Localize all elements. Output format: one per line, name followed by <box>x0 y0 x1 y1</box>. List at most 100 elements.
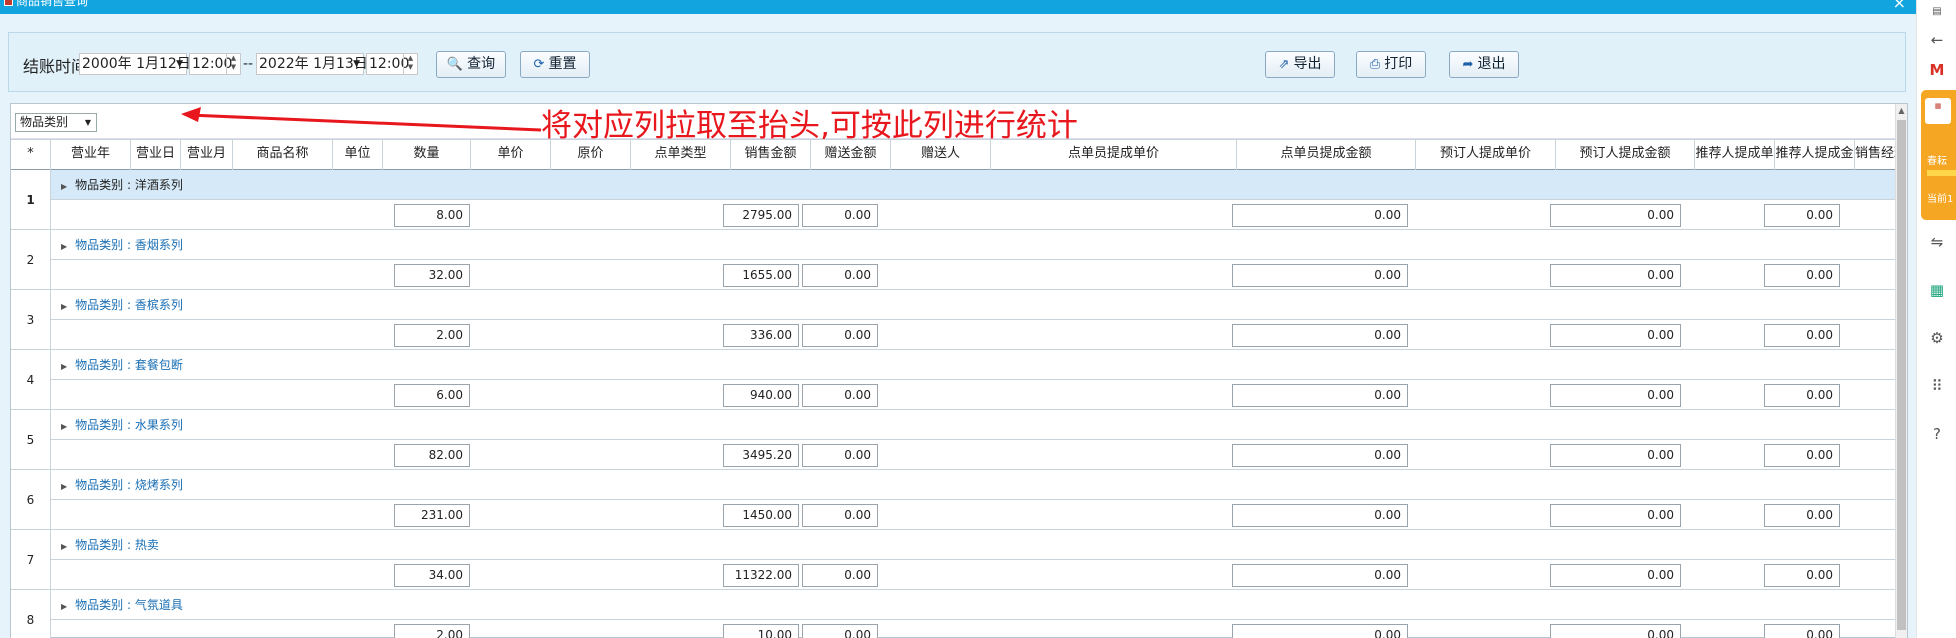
summary-qty-cell: 34.00 <box>394 564 470 587</box>
column-header[interactable]: 赠送人 <box>891 140 991 170</box>
expand-icon[interactable]: ▶ <box>61 542 67 551</box>
group-header[interactable]: ▶ 物品类别 : 水果系列 <box>51 410 1897 440</box>
summary-ref-amt-cell: 0.00 <box>1764 324 1840 347</box>
summary-booker-amt-cell: 0.00 <box>1550 204 1681 227</box>
summary-qty-cell: 8.00 <box>394 204 470 227</box>
group-header[interactable]: ▶ 物品类别 : 烧烤系列 <box>51 470 1897 500</box>
summary-clerk-amt-cell: 0.00 <box>1232 384 1408 407</box>
group-summary-row: 6.00 940.00 0.00 0.00 0.00 0.00 <box>51 380 1897 410</box>
group-by-panel[interactable]: 物品类别 ▼ 将对应列拉取至抬头,可按此列进行统计 <box>11 104 1897 144</box>
chevron-down-icon: ▼ <box>176 59 183 69</box>
scroll-thumb[interactable] <box>1897 120 1906 630</box>
group-row: 7 ▶ 物品类别 : 热卖 34.00 11322.00 0.00 0.00 0.00 0.00 <box>11 530 1897 590</box>
group-header[interactable]: ▶ 物品类别 : 香烟系列 <box>51 230 1897 260</box>
column-header[interactable]: 赠送金额 <box>811 140 891 170</box>
column-header[interactable]: 单位 <box>333 140 383 170</box>
gmail-icon[interactable]: M <box>1925 60 1949 80</box>
vertical-scrollbar[interactable]: ▲ <box>1895 104 1907 638</box>
back-icon[interactable]: ← <box>1925 30 1949 50</box>
column-header[interactable]: 推荐人提成金 <box>1775 140 1855 170</box>
close-icon[interactable]: × <box>1893 0 1906 11</box>
group-header[interactable]: ▶ 物品类别 : 气氛道具 <box>51 590 1897 620</box>
row-number: 2 <box>11 230 51 290</box>
scroll-up-icon[interactable]: ▲ <box>1896 104 1907 118</box>
column-header[interactable]: 营业月 <box>181 140 233 170</box>
summary-clerk-amt-cell: 0.00 <box>1232 204 1408 227</box>
expand-icon[interactable]: ▶ <box>61 422 67 431</box>
settings-icon[interactable]: ⚙ <box>1925 328 1949 348</box>
summary-qty-cell: 2.00 <box>394 324 470 347</box>
grid-icon[interactable]: ▦ <box>1925 280 1949 300</box>
start-date-picker[interactable]: 2000年 1月12日 ▼ <box>79 53 191 75</box>
column-header[interactable]: * <box>11 140 51 170</box>
help-icon[interactable]: ? <box>1925 424 1949 444</box>
exit-button[interactable]: ➦ 退出 <box>1449 51 1519 78</box>
summary-sales-cell: 336.00 <box>723 324 799 347</box>
column-header[interactable]: 商品名称 <box>233 140 333 170</box>
column-header[interactable]: 点单员提成单价 <box>991 140 1237 170</box>
extension-icon[interactable]: ▤ <box>1925 2 1949 22</box>
group-header[interactable]: ▶ 物品类别 : 套餐包断 <box>51 350 1897 380</box>
translate-icon[interactable]: ⇋ <box>1925 232 1949 252</box>
window-title: 商品销售查询 <box>16 0 89 8</box>
row-number: 6 <box>11 470 51 530</box>
search-icon: 🔍 <box>446 57 464 72</box>
summary-gift-cell: 0.00 <box>802 444 878 467</box>
row-number: 7 <box>11 530 51 590</box>
row-number: 5 <box>11 410 51 470</box>
sales-query-window: 商品销售查询 × 结账时间: 2000年 1月12日 ▼ 12:00 ▲ ▼ -- 2… <box>0 0 1916 638</box>
print-button[interactable]: ⎙ 打印 <box>1356 51 1426 78</box>
column-header[interactable]: 营业日 <box>131 140 181 170</box>
expand-icon[interactable]: ▶ <box>61 182 67 191</box>
query-button[interactable]: 🔍 查询 <box>436 51 506 78</box>
column-header[interactable]: 推荐人提成单 <box>1695 140 1775 170</box>
summary-sales-cell: 1450.00 <box>723 504 799 527</box>
column-header[interactable]: 点单类型 <box>631 140 731 170</box>
group-summary-row: 32.00 1655.00 0.00 0.00 0.00 0.00 <box>51 260 1897 290</box>
column-header[interactable]: 原价 <box>551 140 631 170</box>
spin-arrows-icon[interactable]: ▲ ▼ <box>403 54 417 74</box>
expand-icon[interactable]: ▶ <box>61 302 67 311</box>
column-header[interactable]: 单价 <box>471 140 551 170</box>
summary-booker-amt-cell: 0.00 <box>1550 624 1681 638</box>
column-header[interactable]: 销售经理 <box>1855 140 1897 170</box>
expand-icon[interactable]: ▶ <box>61 602 67 611</box>
summary-ref-amt-cell: 0.00 <box>1764 564 1840 587</box>
summary-gift-cell: 0.00 <box>802 324 878 347</box>
chevron-down-icon[interactable]: ▼ <box>85 114 91 131</box>
expand-icon[interactable]: ▶ <box>61 362 67 371</box>
summary-qty-cell: 2.00 <box>394 624 470 638</box>
group-header[interactable]: ▶ 物品类别 : 香槟系列 <box>51 290 1897 320</box>
promo-panel[interactable]: ▦ 春耘 当前1 <box>1921 90 1956 220</box>
column-header[interactable]: 预订人提成金额 <box>1556 140 1695 170</box>
group-label: 物品类别 : 香槟系列 <box>75 298 183 312</box>
expand-icon[interactable]: ▶ <box>61 482 67 491</box>
summary-gift-cell: 0.00 <box>802 624 878 638</box>
group-header[interactable]: ▶ 物品类别 : 洋酒系列 <box>51 170 1897 200</box>
start-time-spinner[interactable]: 12:00 ▲ ▼ <box>189 53 241 75</box>
column-header[interactable]: 营业年 <box>51 140 131 170</box>
group-header[interactable]: ▶ 物品类别 : 热卖 <box>51 530 1897 560</box>
spin-arrows-icon[interactable]: ▲ ▼ <box>226 54 240 74</box>
promo-bar <box>1927 170 1956 176</box>
summary-sales-cell: 2795.00 <box>723 204 799 227</box>
summary-sales-cell: 3495.20 <box>723 444 799 467</box>
group-row: 1 ▶ 物品类别 : 洋酒系列 8.00 2795.00 0.00 0.00 0.00 0.00 <box>11 170 1897 230</box>
summary-booker-amt-cell: 0.00 <box>1550 384 1681 407</box>
end-date-picker[interactable]: 2022年 1月13日 ▼ <box>256 53 368 75</box>
column-header[interactable]: 销售金额 <box>731 140 811 170</box>
summary-ref-amt-cell: 0.00 <box>1764 384 1840 407</box>
group-chip-category[interactable]: 物品类别 ▼ <box>15 113 97 132</box>
reset-button[interactable]: ⟳ 重置 <box>520 51 590 78</box>
summary-clerk-amt-cell: 0.00 <box>1232 624 1408 638</box>
column-header[interactable]: 数量 <box>383 140 471 170</box>
column-header[interactable]: 点单员提成金额 <box>1237 140 1416 170</box>
expand-icon[interactable]: ▶ <box>61 242 67 251</box>
end-time-spinner[interactable]: 12:00 ▲ ▼ <box>366 53 418 75</box>
apps-icon[interactable]: ⠿ <box>1925 376 1949 396</box>
column-header[interactable]: 预订人提成单价 <box>1416 140 1556 170</box>
summary-ref-amt-cell: 0.00 <box>1764 504 1840 527</box>
date-separator: -- <box>243 56 254 72</box>
group-label: 物品类别 : 气氛道具 <box>75 598 183 612</box>
export-button[interactable]: ⇗ 导出 <box>1265 51 1335 78</box>
